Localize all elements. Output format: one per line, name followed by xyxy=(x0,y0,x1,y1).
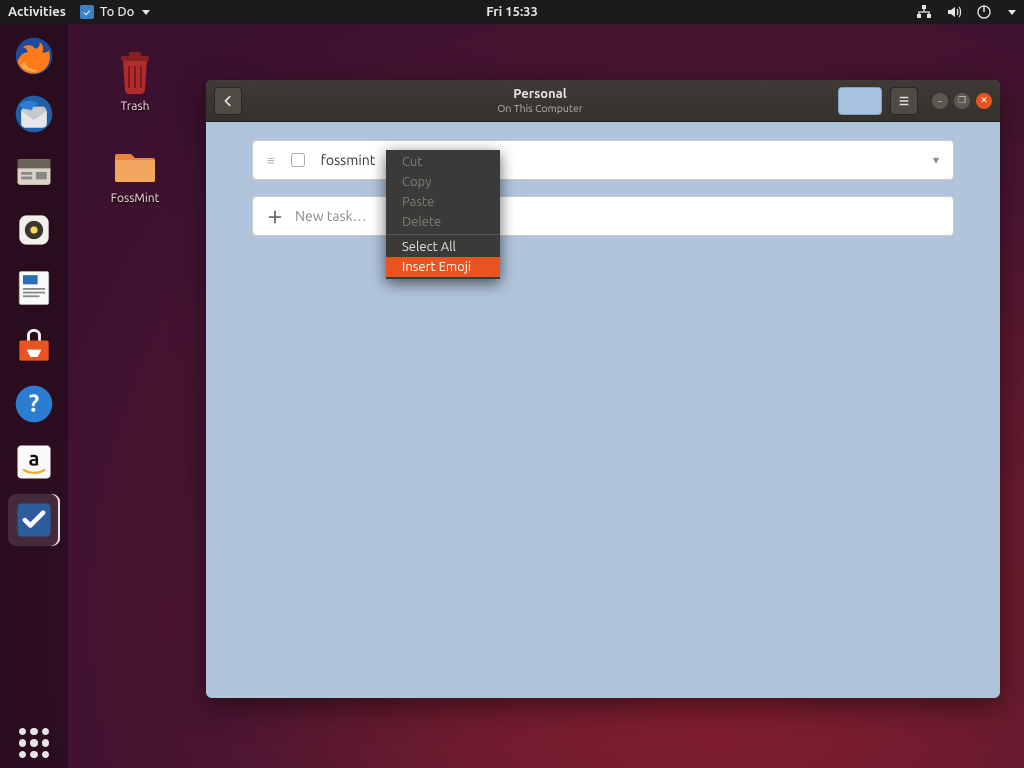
system-menu-chevron-icon[interactable] xyxy=(1008,10,1016,15)
new-task-placeholder: New task… xyxy=(295,208,367,224)
titlebar[interactable]: Personal On This Computer – ❐ ✕ xyxy=(206,80,1000,122)
ctx-paste: Paste xyxy=(386,192,500,212)
desktop-trash[interactable]: Trash xyxy=(96,48,174,113)
todo-app-icon: ✓ xyxy=(80,5,94,19)
window-subtitle: On This Computer xyxy=(242,102,838,114)
chevron-down-icon xyxy=(142,10,150,15)
window-title: Personal xyxy=(242,87,838,102)
window-content: ≡ fossmint ▾ ＋ New task… xyxy=(206,122,1000,254)
expand-chevron-icon[interactable]: ▾ xyxy=(933,153,939,167)
new-task-row[interactable]: ＋ New task… xyxy=(252,196,954,236)
volume-icon[interactable] xyxy=(946,4,962,20)
ctx-insert-emoji[interactable]: Insert Emoji xyxy=(386,257,500,277)
task-row[interactable]: ≡ fossmint ▾ xyxy=(252,140,954,180)
clock[interactable]: Fri 15:33 xyxy=(486,5,538,19)
back-button[interactable] xyxy=(214,87,242,115)
desktop-trash-label: Trash xyxy=(120,100,149,113)
dock-rhythmbox[interactable] xyxy=(8,204,60,256)
todo-window: Personal On This Computer – ❐ ✕ ≡ fossmi… xyxy=(206,80,1000,698)
plus-icon: ＋ xyxy=(267,204,283,228)
app-menu[interactable]: ✓ To Do xyxy=(80,5,150,19)
dock-files[interactable] xyxy=(8,146,60,198)
dock-writer[interactable] xyxy=(8,262,60,314)
ctx-copy: Copy xyxy=(386,172,500,192)
dock-thunderbird[interactable] xyxy=(8,88,60,140)
dock: ? a xyxy=(0,24,68,768)
desktop-folder-label: FossMint xyxy=(111,192,160,205)
task-checkbox[interactable] xyxy=(291,153,305,167)
dock-firefox[interactable] xyxy=(8,30,60,82)
ctx-delete: Delete xyxy=(386,212,500,232)
close-button[interactable]: ✕ xyxy=(976,93,992,109)
minimize-button[interactable]: – xyxy=(932,93,948,109)
desktop-folder-fossmint[interactable]: FossMint xyxy=(96,140,174,205)
ctx-cut: Cut xyxy=(386,152,500,172)
show-applications[interactable] xyxy=(0,728,68,758)
context-menu: Cut Copy Paste Delete Select All Insert … xyxy=(386,150,500,279)
dock-todo[interactable] xyxy=(8,494,60,546)
ctx-select-all[interactable]: Select All xyxy=(386,237,500,257)
ctx-separator xyxy=(387,234,499,235)
top-panel: Activities ✓ To Do Fri 15:33 xyxy=(0,0,1024,24)
color-button[interactable] xyxy=(838,87,882,115)
app-menu-label: To Do xyxy=(100,5,134,19)
svg-text:?: ? xyxy=(29,389,39,416)
network-icon[interactable] xyxy=(916,4,932,20)
svg-text:a: a xyxy=(29,447,40,470)
hamburger-menu-button[interactable] xyxy=(890,87,918,115)
power-icon[interactable] xyxy=(976,4,992,20)
dock-software[interactable] xyxy=(8,320,60,372)
maximize-button[interactable]: ❐ xyxy=(954,93,970,109)
dock-amazon[interactable]: a xyxy=(8,436,60,488)
drag-handle-icon[interactable]: ≡ xyxy=(267,153,275,168)
dock-help[interactable]: ? xyxy=(8,378,60,430)
activities-button[interactable]: Activities xyxy=(8,5,66,19)
